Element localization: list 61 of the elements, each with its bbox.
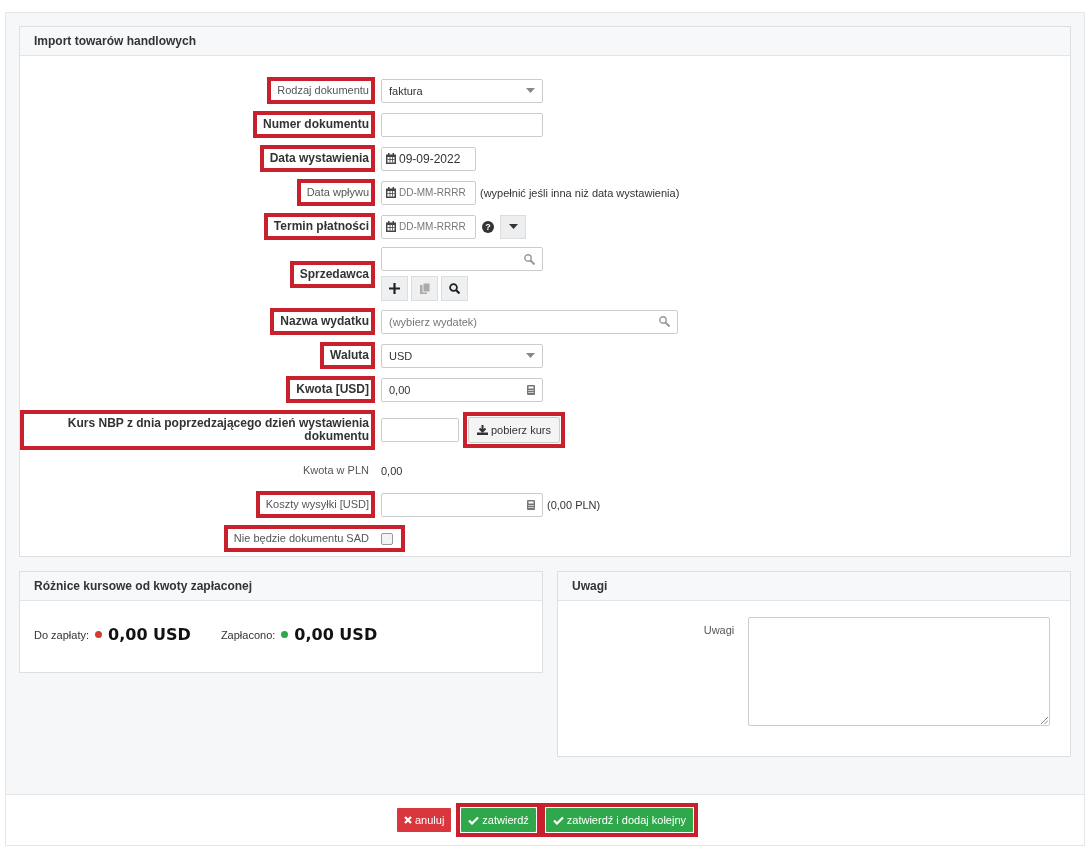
caret-icon: [526, 88, 535, 93]
amount-field[interactable]: 0,00: [381, 377, 543, 402]
field-label: Koszty wysyłki [USD]: [255, 491, 375, 518]
panel-title: Import towarów handlowych: [34, 34, 196, 48]
amount-label: Zapłacono:: [220, 628, 276, 641]
search-field[interactable]: [381, 247, 543, 271]
amount-field[interactable]: [381, 492, 543, 517]
field-label: Sprzedawca: [289, 260, 375, 288]
search-icon: [524, 253, 535, 265]
calculator-icon: [527, 384, 535, 395]
field-label: Numer dokumentu: [253, 111, 375, 138]
hint-text: (wypełnić jeśli inna niż data wystawienia): [480, 186, 680, 199]
field-label: Termin płatności: [263, 213, 375, 240]
panel-title: Różnice kursowe od kwoty zapłaconej: [34, 579, 253, 593]
panel-title: Uwagi: [572, 579, 608, 593]
caret-icon: [526, 353, 535, 358]
add-button[interactable]: [381, 276, 408, 301]
resize-grip-icon: [1041, 717, 1048, 724]
field-label: Kwota [USD]: [286, 376, 375, 403]
close-icon: [403, 816, 412, 824]
search-button[interactable]: [441, 276, 468, 301]
plus-icon: [389, 283, 400, 294]
amount-value: 0,00 USD: [294, 625, 378, 644]
field-label: Waluta: [320, 342, 375, 369]
check-icon: [468, 815, 480, 825]
caret-icon: [508, 224, 518, 229]
rate-field[interactable]: [381, 418, 459, 442]
date-field[interactable]: DD-MM-RRRR: [381, 214, 476, 239]
search-icon: [659, 316, 670, 327]
check-icon: [552, 815, 564, 825]
download-icon: [477, 425, 488, 435]
help-icon[interactable]: ?: [482, 220, 494, 233]
amount-value: 0,00 USD: [108, 625, 191, 644]
field-label: Data wystawienia: [259, 145, 375, 172]
fetch-rate-button[interactable]: pobierz kurs: [468, 417, 560, 443]
calendar-icon: [386, 153, 396, 164]
select-field[interactable]: faktura: [381, 78, 543, 103]
field-label: Rodzaj dokumentu: [267, 77, 375, 104]
field-label: Uwagi: [702, 623, 735, 638]
search-field[interactable]: (wybierz wydatek): [381, 309, 678, 334]
cancel-button[interactable]: anuluj: [396, 808, 452, 832]
checkbox[interactable]: [381, 532, 393, 545]
field-label: Kwota w PLN: [301, 463, 370, 478]
dropdown-button[interactable]: [500, 214, 526, 239]
input-field[interactable]: [381, 112, 543, 137]
calendar-icon: [386, 221, 396, 232]
calendar-icon: [386, 187, 396, 198]
field-label: Data wpływu: [296, 179, 375, 206]
amount-label: Do zapłaty:: [34, 628, 90, 641]
converted-amount: (0,00 PLN): [547, 498, 601, 511]
amount-value: 0,00: [381, 463, 403, 479]
field-label: Kurs NBP z dnia poprzedzającego dzień wystawienia dokumentu: [20, 410, 375, 450]
date-field[interactable]: 09-09-2022: [381, 146, 476, 171]
search-icon: [449, 283, 460, 294]
date-field[interactable]: DD-MM-RRRR: [381, 180, 476, 205]
select-field[interactable]: USD: [381, 343, 543, 368]
checkbox-label: Nie będzie dokumentu SAD: [233, 532, 369, 545]
notes-textarea[interactable]: [748, 617, 1050, 726]
calculator-icon: [527, 499, 535, 510]
copy-icon: [419, 283, 430, 294]
field-label: Nazwa wydatku: [270, 308, 375, 335]
